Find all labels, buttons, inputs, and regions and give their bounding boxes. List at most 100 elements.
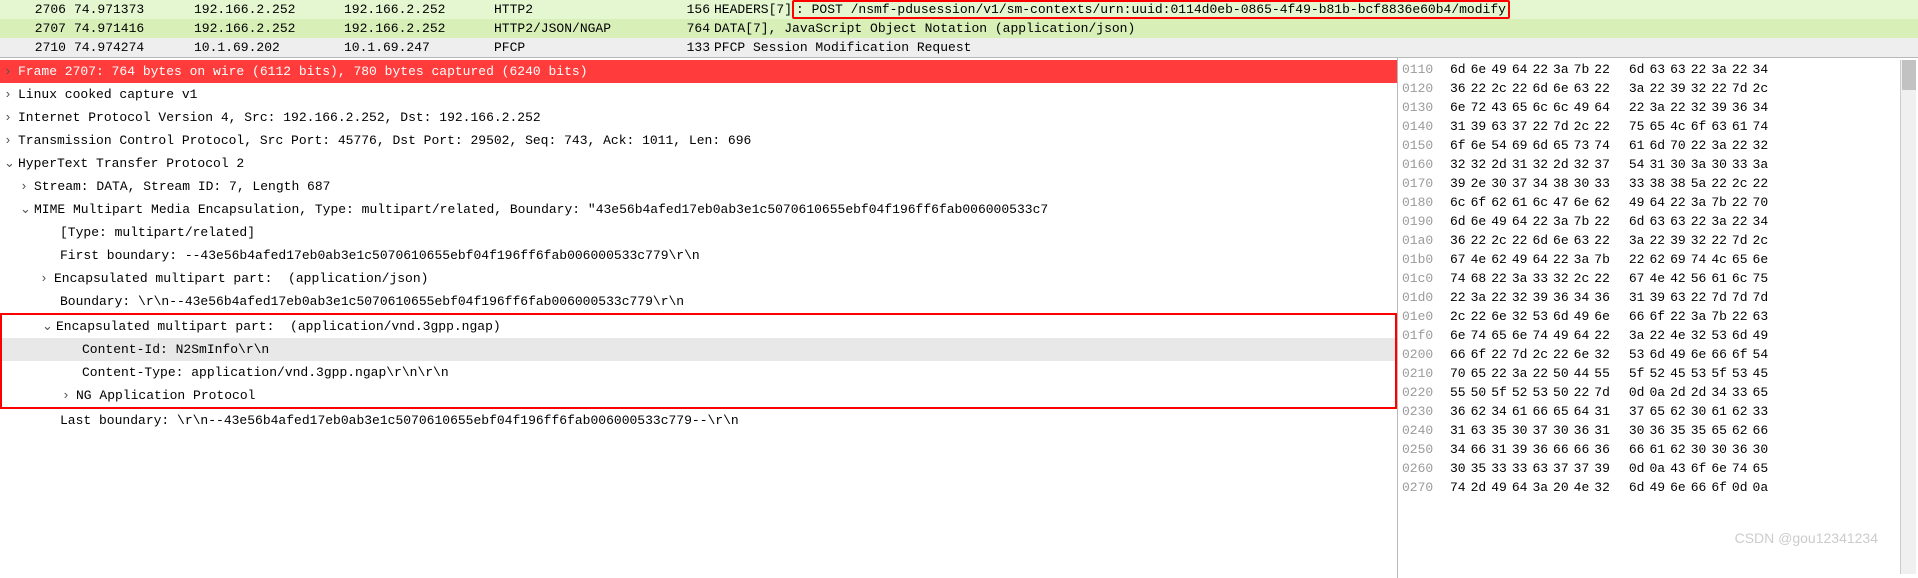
hex-byte[interactable]: 33 bbox=[1732, 383, 1753, 402]
hex-byte[interactable]: 34 bbox=[1491, 402, 1512, 421]
hex-byte[interactable]: 2c bbox=[1574, 269, 1595, 288]
hex-byte[interactable]: 22 bbox=[1670, 307, 1691, 326]
hex-byte[interactable]: 63 bbox=[1670, 212, 1691, 231]
hex-byte[interactable]: 7b bbox=[1594, 250, 1615, 269]
hex-byte[interactable]: 22 bbox=[1491, 269, 1512, 288]
hex-byte[interactable]: 33 bbox=[1512, 459, 1533, 478]
hex-byte[interactable]: 49 bbox=[1491, 60, 1512, 79]
hex-dump-pane[interactable]: 01106d6e4964223a7b226d6363223a2234012036… bbox=[1398, 58, 1918, 578]
hex-byte[interactable]: 31 bbox=[1649, 155, 1670, 174]
hex-byte[interactable]: 22 bbox=[1732, 212, 1753, 231]
hex-byte[interactable]: 6f bbox=[1649, 307, 1670, 326]
hex-byte[interactable]: 3a bbox=[1711, 136, 1732, 155]
hex-byte[interactable]: 2c bbox=[1491, 79, 1512, 98]
hex-byte[interactable]: 64 bbox=[1574, 402, 1595, 421]
hex-row[interactable]: 01b0674e624964223a7b226269744c656e bbox=[1402, 250, 1914, 269]
tree-linux[interactable]: Linux cooked capture v1 bbox=[0, 83, 1397, 106]
hex-byte[interactable]: 6f bbox=[1691, 459, 1712, 478]
hex-byte[interactable]: 39 bbox=[1450, 174, 1471, 193]
hex-byte[interactable]: 6d bbox=[1532, 79, 1553, 98]
hex-byte[interactable]: 22 bbox=[1491, 345, 1512, 364]
hex-byte[interactable]: 36 bbox=[1732, 440, 1753, 459]
hex-row[interactable]: 0230366234616665643137656230616233 bbox=[1402, 402, 1914, 421]
hex-byte[interactable]: 61 bbox=[1711, 269, 1732, 288]
hex-byte[interactable]: 61 bbox=[1649, 440, 1670, 459]
tree-first[interactable]: First boundary: --43e56b4afed17eb0ab3e1c… bbox=[0, 244, 1397, 267]
hex-byte[interactable]: 6d bbox=[1649, 345, 1670, 364]
hex-byte[interactable]: 73 bbox=[1574, 136, 1595, 155]
hex-byte[interactable]: 65 bbox=[1711, 421, 1732, 440]
hex-byte[interactable]: 6c bbox=[1532, 98, 1553, 117]
hex-byte[interactable]: 7d bbox=[1512, 345, 1533, 364]
hex-byte[interactable]: 3a bbox=[1532, 478, 1553, 497]
hex-byte[interactable]: 69 bbox=[1512, 136, 1533, 155]
hex-byte[interactable]: 6e bbox=[1594, 307, 1615, 326]
hex-byte[interactable]: 6d bbox=[1629, 212, 1650, 231]
hex-row[interactable]: 012036222c226d6e63223a223932227d2c bbox=[1402, 79, 1914, 98]
tree-ip[interactable]: Internet Protocol Version 4, Src: 192.16… bbox=[0, 106, 1397, 129]
hex-byte[interactable]: 72 bbox=[1471, 98, 1492, 117]
hex-row[interactable]: 0270742d49643a204e326d496e666f0d0a bbox=[1402, 478, 1914, 497]
hex-byte[interactable]: 0a bbox=[1649, 459, 1670, 478]
hex-byte[interactable]: 53 bbox=[1732, 364, 1753, 383]
hex-byte[interactable]: 37 bbox=[1512, 117, 1533, 136]
hex-byte[interactable]: 32 bbox=[1450, 155, 1471, 174]
hex-byte[interactable]: 7d bbox=[1594, 383, 1615, 402]
hex-byte[interactable]: 54 bbox=[1753, 345, 1774, 364]
hex-byte[interactable]: 22 bbox=[1649, 326, 1670, 345]
hex-byte[interactable]: 55 bbox=[1594, 364, 1615, 383]
hex-byte[interactable]: 33 bbox=[1594, 174, 1615, 193]
hex-byte[interactable]: 50 bbox=[1553, 364, 1574, 383]
hex-byte[interactable]: 3a bbox=[1471, 288, 1492, 307]
hex-byte[interactable]: 70 bbox=[1450, 364, 1471, 383]
hex-row[interactable]: 016032322d31322d32375431303a30333a bbox=[1402, 155, 1914, 174]
hex-row[interactable]: 01806c6f62616c476e624964223a7b2270 bbox=[1402, 193, 1914, 212]
hex-byte[interactable]: 62 bbox=[1670, 402, 1691, 421]
hex-byte[interactable]: 74 bbox=[1732, 459, 1753, 478]
hex-byte[interactable]: 36 bbox=[1450, 402, 1471, 421]
hex-byte[interactable]: 35 bbox=[1471, 459, 1492, 478]
hex-byte[interactable]: 2e bbox=[1471, 174, 1492, 193]
hex-byte[interactable]: 22 bbox=[1670, 193, 1691, 212]
hex-byte[interactable]: 34 bbox=[1753, 98, 1774, 117]
hex-byte[interactable]: 32 bbox=[1691, 231, 1712, 250]
hex-byte[interactable]: 22 bbox=[1471, 307, 1492, 326]
hex-byte[interactable]: 66 bbox=[1753, 421, 1774, 440]
hex-byte[interactable]: 5f bbox=[1491, 383, 1512, 402]
hex-byte[interactable]: 33 bbox=[1532, 269, 1553, 288]
hex-byte[interactable]: 6f bbox=[1711, 478, 1732, 497]
hex-byte[interactable]: 30 bbox=[1711, 155, 1732, 174]
hex-byte[interactable]: 34 bbox=[1532, 174, 1553, 193]
hex-byte[interactable]: 22 bbox=[1594, 212, 1615, 231]
hex-byte[interactable]: 3a bbox=[1629, 231, 1650, 250]
hex-byte[interactable]: 22 bbox=[1471, 79, 1492, 98]
tree-last[interactable]: Last boundary: \r\n--43e56b4afed17eb0ab3… bbox=[0, 409, 1397, 432]
hex-byte[interactable]: 6f bbox=[1471, 345, 1492, 364]
hex-byte[interactable]: 6d bbox=[1532, 136, 1553, 155]
hex-byte[interactable]: 7b bbox=[1711, 307, 1732, 326]
tree-ngap[interactable]: NG Application Protocol bbox=[2, 384, 1395, 407]
hex-byte[interactable]: 22 bbox=[1732, 307, 1753, 326]
hex-byte[interactable]: 2d bbox=[1553, 155, 1574, 174]
hex-row[interactable]: 01106d6e4964223a7b226d6363223a2234 bbox=[1402, 60, 1914, 79]
hex-byte[interactable]: 36 bbox=[1532, 440, 1553, 459]
hex-byte[interactable]: 36 bbox=[1450, 79, 1471, 98]
hex-byte[interactable]: 2d bbox=[1491, 155, 1512, 174]
hex-byte[interactable]: 2c bbox=[1574, 117, 1595, 136]
hex-byte[interactable]: 2c bbox=[1532, 345, 1553, 364]
hex-byte[interactable]: 63 bbox=[1711, 117, 1732, 136]
hex-byte[interactable]: 65 bbox=[1649, 402, 1670, 421]
hex-byte[interactable]: 22 bbox=[1691, 288, 1712, 307]
hex-byte[interactable]: 38 bbox=[1670, 174, 1691, 193]
hex-byte[interactable]: 36 bbox=[1553, 288, 1574, 307]
hex-byte[interactable]: 0a bbox=[1753, 478, 1774, 497]
hex-byte[interactable]: 30 bbox=[1450, 459, 1471, 478]
hex-byte[interactable]: 6f bbox=[1471, 193, 1492, 212]
hex-byte[interactable]: 4e bbox=[1574, 478, 1595, 497]
hex-byte[interactable]: 7d bbox=[1553, 117, 1574, 136]
hex-row[interactable]: 01906d6e4964223a7b226d6363223a2234 bbox=[1402, 212, 1914, 231]
hex-byte[interactable]: 54 bbox=[1629, 155, 1650, 174]
hex-byte[interactable]: 36 bbox=[1732, 98, 1753, 117]
hex-byte[interactable]: 2c bbox=[1491, 231, 1512, 250]
hex-byte[interactable]: 66 bbox=[1691, 478, 1712, 497]
